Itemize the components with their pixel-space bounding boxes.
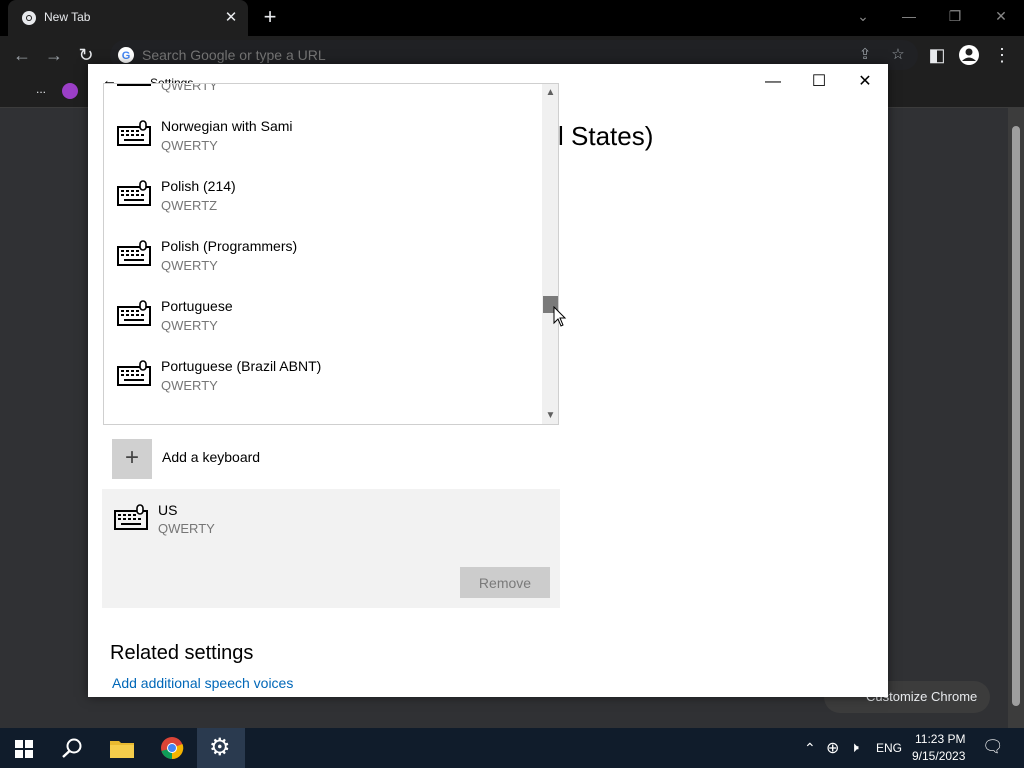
keyboard-icon xyxy=(117,84,151,86)
network-icon[interactable]: ⊕ xyxy=(826,738,839,758)
installed-keyboard-layout: QWERTY xyxy=(158,521,215,536)
keyboard-list-item[interactable]: Polish (Programmers) QWERTY xyxy=(104,220,542,280)
add-keyboard-label: Add a keyboard xyxy=(162,449,261,465)
keyboard-name: Portuguese (Brazil ABNT) xyxy=(161,358,322,374)
tab-title: New Tab xyxy=(44,10,91,24)
file-explorer-button[interactable] xyxy=(98,728,146,768)
keyboard-name: Polish (Programmers) xyxy=(161,238,298,254)
page-scrollbar-thumb[interactable] xyxy=(1012,126,1020,706)
settings-window: ← Settings — ☐ ✕ l States) NorwegianQWER… xyxy=(88,64,888,697)
keyboard-list-item[interactable]: NorwegianQWERTY xyxy=(104,83,542,100)
profile-icon[interactable] xyxy=(958,44,980,66)
keyboard-layout: QWERTY xyxy=(161,83,218,93)
clock-date[interactable]: 9/15/2023 xyxy=(912,749,965,763)
clock-time[interactable]: 11:23 PM xyxy=(915,732,965,746)
keyboard-icon xyxy=(117,360,151,386)
installed-keyboard-name: US xyxy=(158,502,178,518)
mouse-cursor-icon xyxy=(553,306,567,327)
share-icon[interactable]: ⇪ xyxy=(855,45,875,65)
keyboard-list-item[interactable]: Portuguese QWERTY xyxy=(104,280,542,340)
plus-icon: + xyxy=(112,439,152,479)
keyboard-layout: QWERTZ xyxy=(161,198,218,213)
settings-taskbar-button[interactable]: ⚙ xyxy=(197,728,245,768)
keyboard-layout: QWERTY xyxy=(161,378,218,393)
windows-icon xyxy=(15,740,33,758)
remove-button[interactable]: Remove xyxy=(460,567,550,598)
keyboard-icon xyxy=(117,300,151,326)
scroll-up-icon[interactable]: ▲ xyxy=(542,84,558,101)
keyboard-icon xyxy=(117,180,151,206)
settings-maximize-icon[interactable]: ☐ xyxy=(804,70,834,94)
keyboard-layout: QWERTY xyxy=(161,138,218,153)
search-button[interactable] xyxy=(48,728,96,768)
scroll-down-icon[interactable]: ▼ xyxy=(542,407,558,424)
bookmarks-overflow[interactable]: ... xyxy=(36,82,46,96)
keyboard-layout: QWERTY xyxy=(161,318,218,333)
notifications-icon[interactable]: 🗨 xyxy=(982,737,1004,757)
search-icon xyxy=(62,738,82,758)
language-indicator[interactable]: ENG xyxy=(876,741,902,755)
keyboard-icon xyxy=(117,120,151,146)
chrome-icon xyxy=(161,737,184,760)
restore-icon[interactable]: ❐ xyxy=(941,4,969,28)
bookmark-favicon-icon[interactable] xyxy=(62,83,78,99)
keyboard-list-scrollbar[interactable]: ▲ ▼ xyxy=(542,84,558,424)
gear-icon: ⚙ xyxy=(209,734,231,761)
minimize-icon[interactable]: — xyxy=(895,4,923,28)
keyboard-list-item[interactable]: Polish (214) QWERTZ xyxy=(104,160,542,220)
side-panel-icon[interactable]: ◧ xyxy=(926,44,948,66)
page-scrollbar[interactable] xyxy=(1008,108,1024,728)
taskbar: ⚙ ⌃ ⊕ 🕨 ENG 11:23 PM 9/15/2023 🗨 xyxy=(0,728,1024,768)
close-window-icon[interactable]: ✕ xyxy=(987,4,1015,28)
folder-icon xyxy=(110,741,134,758)
keyboard-icon xyxy=(114,504,148,530)
start-button[interactable] xyxy=(0,728,48,768)
add-speech-voices-link[interactable]: Add additional speech voices xyxy=(112,675,293,691)
tab-search-icon[interactable]: ⌄ xyxy=(849,4,877,28)
show-hidden-icons-icon[interactable]: ⌃ xyxy=(804,740,816,757)
svg-text:G: G xyxy=(122,50,131,62)
keyboard-list-item[interactable]: Portuguese (Brazil ABNT) QWERTY xyxy=(104,340,542,400)
related-settings-heading: Related settings xyxy=(110,642,254,664)
chrome-taskbar-button[interactable] xyxy=(148,728,196,768)
keyboard-icon xyxy=(117,240,151,266)
tab-close-icon[interactable]: ✕ xyxy=(222,9,240,27)
forward-icon[interactable]: → xyxy=(43,44,65,66)
chrome-icon xyxy=(22,11,36,25)
keyboard-layout: QWERTY xyxy=(161,258,218,273)
keyboard-name: Polish (214) xyxy=(161,178,236,194)
add-keyboard-button[interactable]: + Add a keyboard xyxy=(112,439,412,479)
bookmark-star-icon[interactable]: ☆ xyxy=(888,45,908,65)
settings-minimize-icon[interactable]: — xyxy=(758,70,788,94)
back-icon[interactable]: ← xyxy=(11,44,33,66)
reload-icon[interactable]: ↻ xyxy=(75,44,97,66)
chrome-tab-bar: New Tab ✕ + ⌄ — ❐ ✕ xyxy=(0,0,1024,36)
keyboard-list-item[interactable]: Norwegian with Sami QWERTY xyxy=(104,100,542,160)
tab-new-tab[interactable]: New Tab ✕ xyxy=(8,0,248,36)
new-tab-button[interactable]: + xyxy=(258,6,282,30)
volume-muted-icon[interactable]: 🕨 xyxy=(850,739,859,756)
menu-icon[interactable]: ⋮ xyxy=(991,44,1013,66)
keyboard-name: Norwegian with Sami xyxy=(161,118,293,134)
google-icon: G xyxy=(118,47,134,63)
settings-close-icon[interactable]: ✕ xyxy=(850,70,880,94)
page-title: l States) xyxy=(558,121,654,151)
keyboard-list[interactable]: NorwegianQWERTY Norwegian with Sami QWERTY… xyxy=(103,83,559,425)
keyboard-name: Portuguese xyxy=(161,298,233,314)
installed-keyboard-item[interactable]: US QWERTY Remove xyxy=(102,489,560,608)
